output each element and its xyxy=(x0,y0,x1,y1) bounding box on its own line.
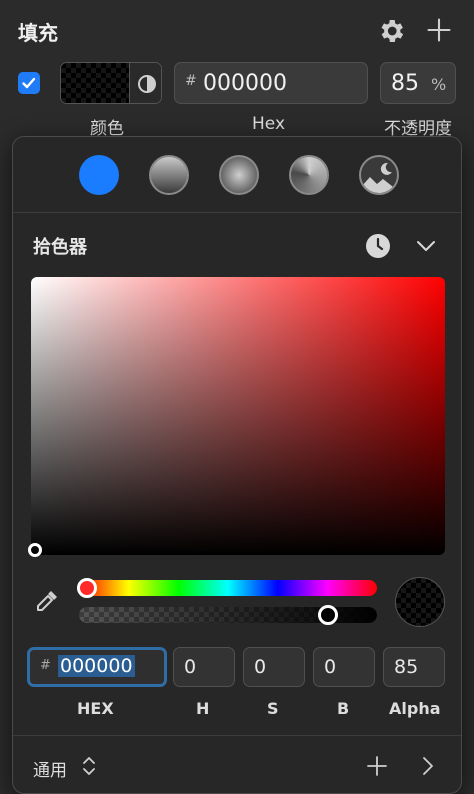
fill-opacity-value[interactable]: 85 xyxy=(391,71,419,96)
label-s-field: S xyxy=(267,699,279,718)
saturation-brightness-area[interactable] xyxy=(31,277,445,555)
color-preview-circle xyxy=(395,577,445,627)
saturation-input-value[interactable]: 0 xyxy=(254,656,266,678)
add-swatch-icon[interactable] xyxy=(365,754,389,778)
picker-title: 拾色器 xyxy=(33,237,87,258)
hue-input[interactable]: 0 xyxy=(173,647,235,687)
brightness-input[interactable]: 0 xyxy=(313,647,375,687)
blend-mode-button[interactable] xyxy=(129,63,161,103)
blend-mode-icon xyxy=(138,75,156,93)
fill-header: 填充 xyxy=(0,0,474,60)
brightness-input-value[interactable]: 0 xyxy=(324,656,336,678)
label-hex-field: HEX xyxy=(77,699,114,718)
scope-selector[interactable]: 通用 xyxy=(33,756,67,781)
hue-slider-handle[interactable] xyxy=(77,578,97,598)
alpha-input[interactable]: 85 xyxy=(383,647,445,687)
linear-gradient-option[interactable] xyxy=(149,155,189,195)
image-fill-option[interactable] xyxy=(359,155,399,195)
label-alpha-field: Alpha xyxy=(389,699,441,718)
saturation-handle[interactable] xyxy=(28,543,42,557)
solid-fill-option[interactable] xyxy=(79,155,119,195)
label-hex: Hex xyxy=(252,114,286,134)
image-fill-icon xyxy=(361,162,397,193)
alpha-slider-handle[interactable] xyxy=(318,605,338,625)
radial-gradient-option[interactable] xyxy=(219,155,259,195)
fill-properties-panel: 填充 # 000000 85 % 颜色 Hex 不透明度 边框 xyxy=(0,0,474,794)
hash-symbol: # xyxy=(40,658,51,673)
saturation-input[interactable]: 0 xyxy=(243,647,305,687)
chevron-right-icon[interactable] xyxy=(415,754,439,778)
fill-color-swatch[interactable] xyxy=(60,62,162,104)
fill-hex-value[interactable]: 000000 xyxy=(203,71,287,96)
fill-enabled-checkbox[interactable] xyxy=(18,72,40,94)
alpha-input-value[interactable]: 85 xyxy=(394,656,418,678)
fill-opacity-input[interactable]: 85 % xyxy=(380,62,456,104)
color-picker-popup: 拾色器 # 000000 0 0 0 85 HEX H S B Alpha 通用 xyxy=(12,136,462,794)
chevron-up-down-icon[interactable] xyxy=(81,754,97,778)
fill-hex-input[interactable]: # 000000 xyxy=(174,62,368,104)
label-h-field: H xyxy=(196,699,210,718)
label-b-field: B xyxy=(337,699,350,718)
hex-input[interactable]: # 000000 xyxy=(27,647,167,687)
angular-gradient-option[interactable] xyxy=(289,155,329,195)
history-icon[interactable] xyxy=(365,233,391,259)
add-fill-icon[interactable] xyxy=(425,16,453,44)
fill-type-selector xyxy=(13,137,461,213)
picker-footer: 通用 xyxy=(13,735,461,793)
fill-color-preview[interactable] xyxy=(61,63,129,103)
hash-symbol: # xyxy=(185,73,197,89)
hue-input-value[interactable]: 0 xyxy=(184,656,196,678)
hue-slider[interactable] xyxy=(79,580,377,596)
eyedropper-icon[interactable] xyxy=(33,587,61,615)
chevron-down-icon[interactable] xyxy=(413,233,439,259)
fill-title: 填充 xyxy=(18,21,58,45)
gear-icon[interactable] xyxy=(376,16,406,46)
percent-unit: % xyxy=(431,75,447,94)
hex-input-value[interactable]: 000000 xyxy=(58,655,135,677)
